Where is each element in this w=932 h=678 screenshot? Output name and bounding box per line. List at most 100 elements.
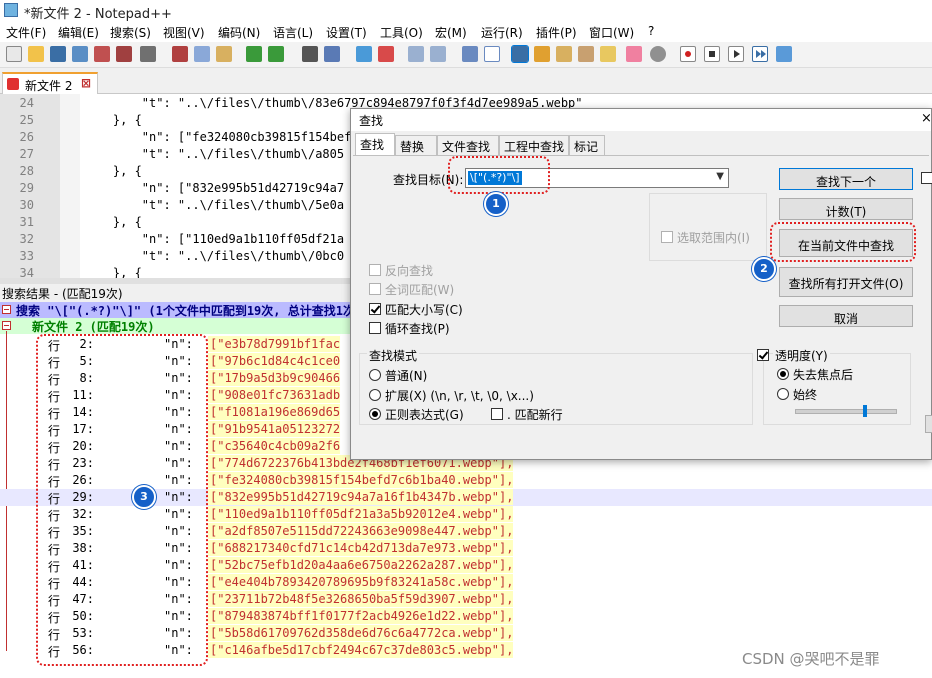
folder-workspace-icon[interactable]	[600, 46, 616, 62]
line-number: 33	[19, 249, 34, 263]
transparency-slider-thumb[interactable]	[863, 405, 867, 417]
tab-find-in-files[interactable]: 文件查找	[437, 135, 499, 155]
code-line[interactable]: "n": ["832e995b51d42719c94a7	[84, 181, 344, 195]
find-next-extra-checkbox[interactable]	[921, 172, 932, 184]
mode-regex-label: 正则表达式(G)	[385, 408, 464, 422]
result-match-value: ["17b9a5d3b9c90466	[208, 370, 341, 386]
doc-map-icon[interactable]	[556, 46, 572, 62]
result-match-value: ["e3b78d7991bf1fac	[208, 336, 341, 352]
code-line[interactable]: "t": "..\/files\/thumb\/5e0a	[84, 198, 344, 212]
code-line[interactable]: }, {	[84, 113, 142, 127]
menu-help[interactable]: ?	[648, 24, 654, 38]
close-all-icon[interactable]	[116, 46, 132, 62]
stop-macro-icon[interactable]	[704, 46, 720, 62]
tab-label: 新文件 2	[25, 79, 73, 93]
mode-regex-radio[interactable]	[369, 408, 381, 420]
wrap-around-checkbox[interactable]	[369, 322, 381, 334]
tab-new-file-2[interactable]: 新文件 2 ⊠	[2, 72, 98, 94]
open-file-icon[interactable]	[28, 46, 44, 62]
word-wrap-icon[interactable]	[462, 46, 478, 62]
udl-icon[interactable]	[534, 46, 550, 62]
menu-view[interactable]: 视图(V)	[163, 24, 205, 41]
mode-normal-radio[interactable]	[369, 369, 381, 381]
code-line[interactable]: "t": "..\/files\/thumb\/a805	[84, 147, 344, 161]
find-dialog-title-bar: 查找 ×	[351, 109, 932, 131]
mode-extended-radio[interactable]	[369, 389, 381, 401]
record-macro-icon-alt[interactable]	[650, 46, 666, 62]
menu-run[interactable]: 运行(R)	[481, 24, 523, 41]
undo-icon[interactable]	[246, 46, 262, 62]
code-line[interactable]: }, {	[84, 164, 142, 178]
menu-language[interactable]: 语言(L)	[273, 24, 313, 41]
result-match-value: ["52bc75efb1d20a4aa6e6750a2262a287.webp"…	[208, 557, 514, 573]
code-line[interactable]: }, {	[84, 215, 142, 229]
annotation-box-find-input	[448, 156, 550, 194]
always-radio[interactable]	[777, 388, 789, 400]
menu-settings[interactable]: 设置(T)	[326, 24, 367, 41]
play-macro-icon[interactable]	[728, 46, 744, 62]
print-icon[interactable]	[140, 46, 156, 62]
menu-encoding[interactable]: 编码(N)	[218, 24, 260, 41]
save-macro-icon[interactable]	[776, 46, 792, 62]
record-macro-icon[interactable]	[680, 46, 696, 62]
fold-minus-icon[interactable]	[2, 305, 11, 314]
sync-vertical-icon[interactable]	[408, 46, 424, 62]
find-dialog: 查找 × 查找 替换 文件查找 工程中查找 标记 查找目标(N): \["(.*…	[350, 108, 932, 460]
in-selection-checkbox	[661, 231, 673, 243]
on-lose-focus-radio[interactable]	[777, 368, 789, 380]
code-line[interactable]: }, {	[84, 266, 142, 278]
tab-mark[interactable]: 标记	[569, 135, 605, 155]
sync-horizontal-icon[interactable]	[430, 46, 446, 62]
dialog-close-icon[interactable]: ×	[921, 111, 932, 126]
menu-window[interactable]: 窗口(W)	[589, 24, 634, 41]
result-match-value: ["97b6c1d84c4c1ce0	[208, 353, 341, 369]
find-next-button[interactable]: 查找下一个	[779, 168, 913, 190]
save-icon[interactable]	[50, 46, 66, 62]
code-line[interactable]: "n": ["110ed9a1b110ff05df21a	[84, 232, 344, 246]
result-match-value: ["a2df8507e5115dd72243663e9098e447.webp"…	[208, 523, 514, 539]
find-icon[interactable]	[302, 46, 318, 62]
cut-icon[interactable]	[172, 46, 188, 62]
chevron-down-icon[interactable]: ▼	[716, 171, 724, 182]
selection-group	[649, 193, 767, 261]
show-all-chars-icon[interactable]	[484, 46, 500, 62]
menu-file[interactable]: 文件(F)	[6, 24, 46, 41]
menu-search[interactable]: 搜索(S)	[110, 24, 151, 41]
close-icon[interactable]	[94, 46, 110, 62]
menu-edit[interactable]: 编辑(E)	[58, 24, 99, 41]
new-file-icon[interactable]	[6, 46, 22, 62]
paste-icon[interactable]	[216, 46, 232, 62]
find-in-all-open-button[interactable]: 查找所有打开文件(O)	[779, 267, 913, 297]
menu-tools[interactable]: 工具(O)	[380, 24, 423, 41]
line-number: 29	[19, 181, 34, 195]
indent-guide-icon[interactable]	[511, 45, 529, 63]
zoom-out-icon[interactable]	[378, 46, 394, 62]
code-line[interactable]: "n": ["fe324080cb39815f154bef	[84, 130, 352, 144]
dot-newline-checkbox[interactable]	[491, 408, 503, 420]
menu-plugins[interactable]: 插件(P)	[536, 24, 577, 41]
tab-find-in-projects[interactable]: 工程中查找	[499, 135, 569, 155]
save-all-icon[interactable]	[72, 46, 88, 62]
transparency-slider-track[interactable]	[795, 405, 897, 417]
replace-icon[interactable]	[324, 46, 340, 62]
menu-bar: 文件(F) 编辑(E) 搜索(S) 视图(V) 编码(N) 语言(L) 设置(T…	[0, 22, 932, 42]
monitoring-icon[interactable]	[626, 46, 642, 62]
result-match-value: ["f1081a196e869d65	[208, 404, 341, 420]
transparency-checkbox[interactable]	[757, 349, 769, 361]
function-list-icon[interactable]	[578, 46, 594, 62]
tab-close-icon[interactable]: ⊠	[81, 76, 91, 90]
redo-icon[interactable]	[268, 46, 284, 62]
tab-replace[interactable]: 替换	[395, 135, 437, 155]
copy-icon[interactable]	[194, 46, 210, 62]
code-line[interactable]: "t": "..\/files\/thumb\/0bc0	[84, 249, 344, 263]
run-macro-multiple-icon[interactable]	[752, 46, 768, 62]
fold-minus-icon[interactable]	[2, 321, 11, 330]
match-case-checkbox[interactable]	[369, 303, 381, 315]
menu-macro[interactable]: 宏(M)	[435, 24, 467, 41]
count-button[interactable]: 计数(T)	[779, 198, 913, 220]
zoom-in-icon[interactable]	[356, 46, 372, 62]
tab-find[interactable]: 查找	[355, 133, 395, 155]
annotation-badge-1: 1	[484, 192, 508, 216]
dialog-edge-button[interactable]	[925, 415, 932, 433]
cancel-button[interactable]: 取消	[779, 305, 913, 327]
